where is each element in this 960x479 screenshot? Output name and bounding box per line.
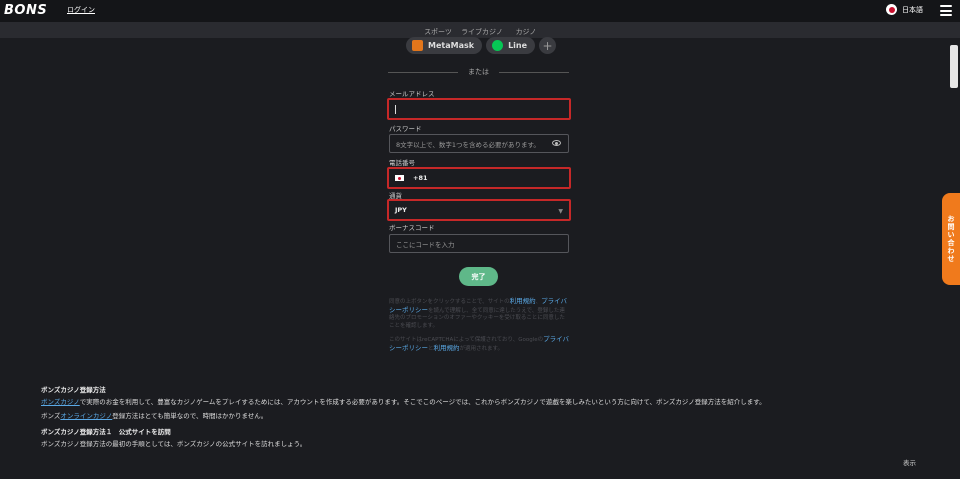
- text-caret: [395, 104, 396, 114]
- section-paragraph: ボンズオンラインカジノ登録方法はとても簡単なので、時間はかかりません。: [41, 410, 267, 420]
- or-divider: または: [388, 68, 569, 76]
- language-selector[interactable]: 日本語: [886, 4, 923, 15]
- email-field[interactable]: [387, 98, 571, 120]
- password-field[interactable]: 8文字以上で、数字1つを含める必要があります。: [389, 134, 569, 153]
- currency-value: JPY: [395, 206, 407, 214]
- social-login-row: MetaMask Line +: [406, 37, 557, 54]
- section-paragraph: ボンズカジノで実際のお金を利用して、豊富なカジノゲームをプレイするためには、アカ…: [41, 396, 766, 406]
- paragraph-text: 登録方法はとても簡単なので、時間はかかりません。: [112, 412, 268, 420]
- online-casino-link[interactable]: オンラインカジノ: [60, 412, 112, 420]
- bonus-code-field[interactable]: ここにコードを入力: [389, 234, 569, 253]
- bonus-code-placeholder: ここにコードを入力: [396, 240, 455, 249]
- hamburger-menu-icon[interactable]: [940, 5, 952, 16]
- submit-button[interactable]: 完了: [459, 267, 498, 286]
- recaptcha-text-part: このサイトはreCAPTCHAによって保護されており、Googleの: [389, 337, 544, 343]
- japan-flag-icon[interactable]: [395, 175, 404, 181]
- currency-select[interactable]: JPY ▼: [387, 199, 571, 221]
- bonus-code-label: ボーナスコード: [389, 224, 435, 232]
- email-label: メールアドレス: [389, 90, 435, 98]
- footer-display-label[interactable]: 表示: [903, 457, 916, 467]
- phone-field[interactable]: +81: [387, 167, 571, 189]
- bons-logo[interactable]: BONS: [4, 3, 47, 18]
- recaptcha-text-part: が適用されます。: [459, 345, 503, 352]
- section-paragraph: ボンズカジノ登録方法の最初の手順としては、ボンズカジノの公式サイトを訪れましょう…: [41, 440, 307, 448]
- paragraph-text: で実際のお金を利用して、豊富なカジノゲームをプレイするためには、アカウントを作成…: [79, 398, 766, 406]
- subsection-heading: ボンズカジノ登録方法１ 公式サイトを訪問: [41, 428, 171, 436]
- metamask-label: MetaMask: [428, 41, 475, 50]
- recaptcha-text: このサイトはreCAPTCHAによって保護されており、Googleのプライバシー…: [389, 335, 569, 353]
- scrollbar[interactable]: [950, 45, 958, 88]
- google-terms-link[interactable]: 利用規約: [434, 344, 460, 352]
- line-button[interactable]: Line: [486, 37, 536, 54]
- phone-label: 電話番号: [389, 159, 415, 167]
- terms-of-use-link[interactable]: 利用規約: [510, 297, 536, 305]
- metamask-button[interactable]: MetaMask: [406, 37, 483, 54]
- terms-text-part: 同意の上ボタンをクリックすることで、サイトの: [389, 299, 510, 305]
- language-label: 日本語: [902, 5, 923, 14]
- password-label: パスワード: [389, 125, 422, 133]
- bons-casino-link[interactable]: ボンズカジノ: [41, 398, 80, 406]
- contact-us-button[interactable]: お問い合わせ: [942, 193, 960, 285]
- top-navigation-bar: BONS ログイン 日本語: [0, 0, 960, 22]
- terms-text: 同意の上ボタンをクリックすることで、サイトの利用規約、プライバシーポリシーを読ん…: [389, 297, 569, 330]
- chevron-down-icon: ▼: [558, 208, 563, 215]
- line-label: Line: [508, 41, 528, 50]
- phone-country-code: +81: [413, 174, 428, 182]
- show-password-eye-icon[interactable]: [552, 140, 561, 146]
- password-placeholder: 8文字以上で、数字1つを含める必要があります。: [396, 140, 540, 149]
- metamask-icon: [412, 40, 423, 51]
- paragraph-text: ボンズ: [41, 412, 61, 420]
- more-login-options-button[interactable]: +: [539, 37, 557, 54]
- line-icon: [492, 40, 504, 51]
- section-heading: ボンズカジノ登録方法: [41, 386, 106, 394]
- japan-flag-icon: [886, 4, 897, 15]
- login-link[interactable]: ログイン: [67, 5, 95, 15]
